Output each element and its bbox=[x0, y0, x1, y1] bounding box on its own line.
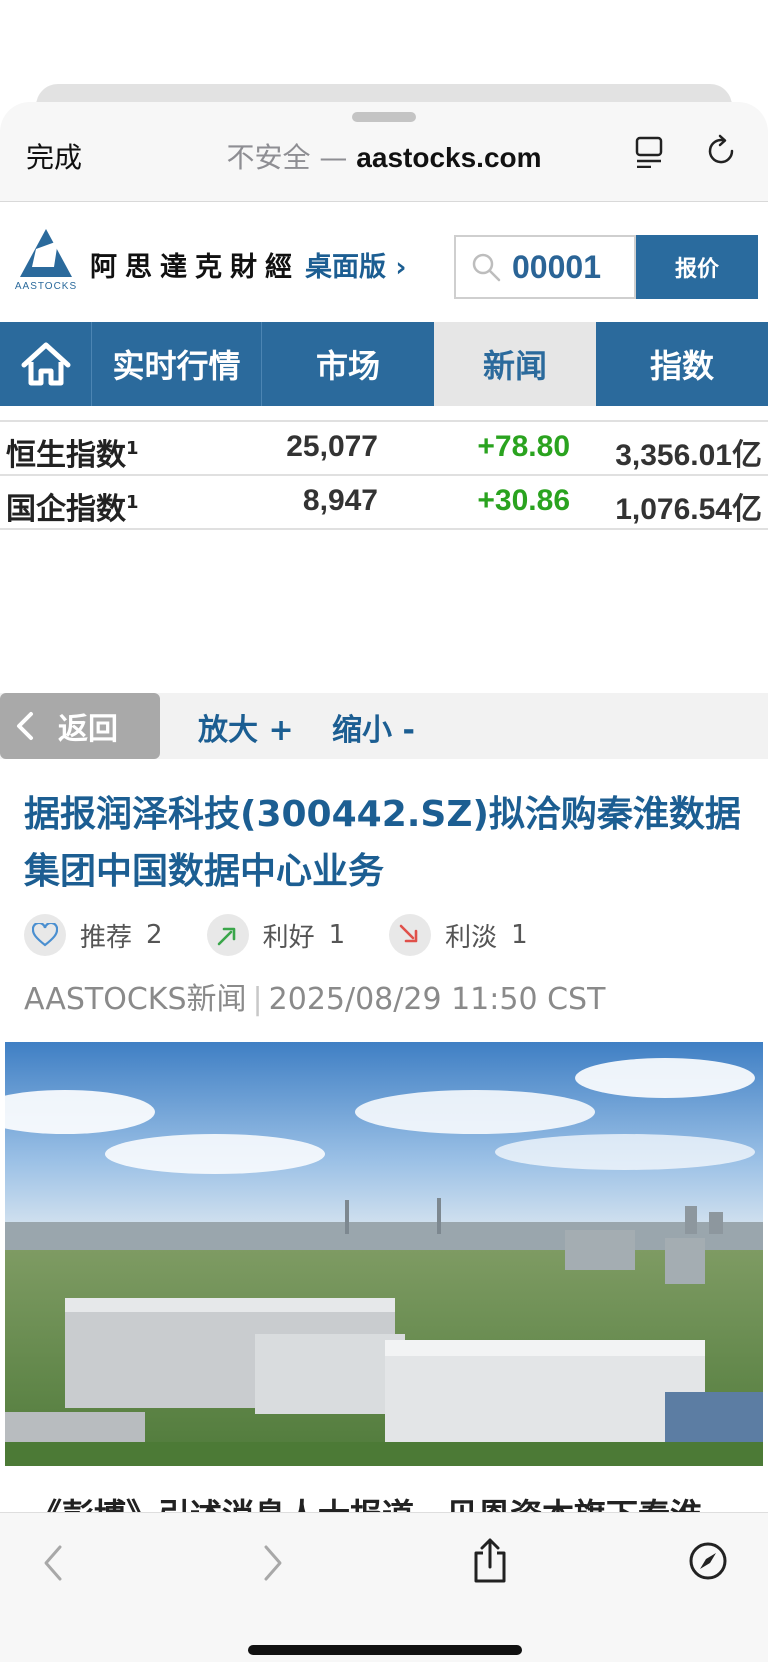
reaction-bar: 推荐 2 利好 1 利淡 1 bbox=[24, 913, 572, 957]
article-datetime: 2025/08/29 11:50 CST bbox=[268, 982, 606, 1017]
browser-toolbar bbox=[0, 1512, 768, 1662]
index-table: 恒生指数1 25,077 +78.80 3,356.01亿 国企指数1 8,94… bbox=[0, 420, 768, 530]
reaction-count: 1 bbox=[511, 920, 528, 950]
back-button[interactable]: 返回 bbox=[0, 693, 160, 759]
nav-market[interactable]: 市场 bbox=[262, 322, 434, 406]
article-toolbar: 返回 放大 + 缩小 - bbox=[0, 693, 768, 759]
chevron-left-icon bbox=[17, 712, 33, 740]
compass-icon[interactable] bbox=[688, 1541, 728, 1581]
index-footnote: 1 bbox=[126, 438, 139, 459]
home-icon bbox=[21, 342, 70, 386]
desktop-version-link[interactable]: 桌面版 › bbox=[305, 245, 407, 284]
stock-code-input[interactable] bbox=[512, 245, 636, 289]
index-change: +30.86 bbox=[477, 484, 570, 517]
reaction-count: 1 bbox=[328, 920, 346, 950]
aastocks-logo[interactable]: AASTOCKS bbox=[10, 227, 82, 293]
home-indicator bbox=[248, 1645, 522, 1655]
reaction-bearish[interactable]: 利淡 1 bbox=[389, 913, 528, 957]
index-name-text: 国企指数 bbox=[6, 492, 126, 527]
reaction-label: 利好 bbox=[262, 922, 315, 953]
quote-button[interactable]: 报价 bbox=[636, 235, 758, 299]
article-byline: AASTOCKS新闻 | 2025/08/29 11:50 CST bbox=[24, 974, 605, 1018]
index-row[interactable]: 恒生指数1 25,077 +78.80 3,356.01亿 bbox=[0, 422, 768, 476]
index-name: 恒生指数1 bbox=[6, 430, 139, 474]
nav-realtime[interactable]: 实时行情 bbox=[92, 322, 262, 406]
browser-back-icon[interactable] bbox=[38, 1543, 68, 1583]
nav-news[interactable]: 新闻 bbox=[434, 322, 596, 406]
index-name: 国企指数1 bbox=[6, 484, 139, 528]
share-icon[interactable] bbox=[470, 1537, 510, 1585]
article-photo bbox=[5, 1042, 763, 1466]
heart-icon bbox=[24, 914, 66, 956]
reload-icon[interactable] bbox=[704, 134, 738, 168]
index-row[interactable]: 国企指数1 8,947 +30.86 1,076.54亿 bbox=[0, 476, 768, 530]
index-value: 25,077 bbox=[286, 430, 378, 463]
index-turnover: 3,356.01亿 bbox=[615, 439, 762, 472]
sheet-grabber[interactable] bbox=[352, 112, 416, 122]
arrow-down-icon bbox=[389, 914, 432, 956]
search-icon bbox=[472, 253, 501, 282]
reaction-recommend[interactable]: 推荐 2 bbox=[24, 913, 163, 957]
stock-search-box[interactable] bbox=[454, 235, 636, 299]
url-host: aastocks.com bbox=[356, 142, 542, 173]
reader-mode-icon[interactable] bbox=[634, 136, 664, 168]
index-name-text: 恒生指数 bbox=[6, 438, 126, 473]
brand-name: 阿思達克財經 bbox=[90, 252, 300, 283]
index-turnover: 1,076.54亿 bbox=[615, 493, 762, 526]
svg-text:AASTOCKS: AASTOCKS bbox=[15, 281, 77, 292]
reaction-label: 利淡 bbox=[445, 922, 498, 953]
zoom-out-button[interactable]: 缩小 - bbox=[332, 705, 415, 749]
browser-forward-icon[interactable] bbox=[258, 1543, 288, 1583]
reaction-bullish[interactable]: 利好 1 bbox=[206, 913, 346, 957]
index-change: +78.80 bbox=[477, 430, 570, 463]
zoom-in-button[interactable]: 放大 + bbox=[198, 705, 294, 749]
byline-separator: | bbox=[252, 982, 263, 1017]
article-headline: 据报润泽科技(300442.SZ)拟洽购秦淮数据集团中国数据中心业务 bbox=[24, 794, 741, 892]
arrow-up-icon bbox=[206, 914, 249, 956]
index-footnote: 1 bbox=[126, 492, 139, 513]
article-source: AASTOCKS新闻 bbox=[24, 982, 247, 1017]
nav-index[interactable]: 指数 bbox=[596, 322, 768, 406]
insecure-label: 不安全 — bbox=[226, 141, 348, 174]
browser-url-bar: 完成 不安全 — aastocks.com bbox=[0, 102, 768, 202]
reaction-count: 2 bbox=[146, 920, 163, 950]
site-header: AASTOCKS 阿思達克財經 桌面版 › 报价 bbox=[0, 203, 768, 321]
nav-home[interactable] bbox=[0, 322, 92, 406]
index-value: 8,947 bbox=[302, 484, 378, 517]
main-nav: 实时行情 市场 新闻 指数 bbox=[0, 322, 768, 406]
reaction-label: 推荐 bbox=[80, 922, 133, 953]
back-label: 返回 bbox=[58, 712, 118, 747]
